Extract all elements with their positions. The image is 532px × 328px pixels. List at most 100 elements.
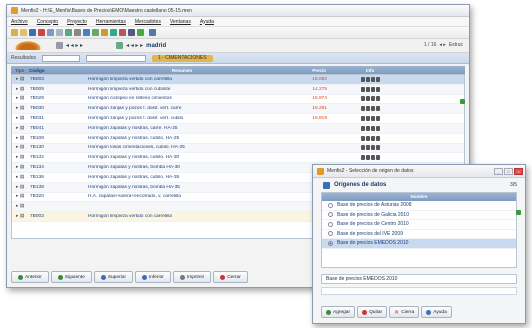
row-type-icon[interactable]: ▸ ▤	[12, 204, 30, 209]
cierra-button[interactable]: ✕ Cierra	[389, 306, 420, 318]
inferior-button[interactable]: Inferior	[134, 271, 171, 283]
link-icon[interactable]	[361, 155, 365, 161]
flag-icon[interactable]	[376, 86, 380, 92]
superior-button[interactable]: Superior	[93, 271, 133, 283]
row-info-icons[interactable]	[353, 96, 393, 102]
table-row[interactable]: ▸ ▤ 7B108 Hormigón zapatas y riostras, cub…	[12, 134, 464, 144]
col-info[interactable]: Info	[352, 68, 392, 73]
doc-icon[interactable]	[366, 106, 370, 112]
settings-icon[interactable]	[128, 29, 135, 36]
link-icon[interactable]	[361, 135, 365, 141]
radio-icon[interactable]	[328, 202, 333, 208]
row-info-icons[interactable]	[353, 125, 393, 131]
doc-icon[interactable]	[366, 116, 370, 122]
help-icon[interactable]	[149, 29, 156, 36]
doc-icon[interactable]	[366, 155, 370, 161]
nav-arrows-2-icon[interactable]: ◂ ◂ ▸ ▸	[126, 42, 143, 49]
flag-icon[interactable]	[376, 96, 380, 102]
menu-ayuda[interactable]: Ayuda	[200, 19, 214, 25]
ayuda-button[interactable]: Ayuda	[421, 306, 452, 318]
doc-icon[interactable]	[366, 76, 370, 82]
globe-icon[interactable]	[116, 42, 124, 49]
row-info-icons[interactable]	[353, 76, 393, 82]
table-row[interactable]: ▸ ▤ 7B041 Hormigón zapatas y riostras, car…	[12, 123, 464, 134]
note-icon[interactable]	[371, 86, 375, 92]
note-icon[interactable]	[371, 76, 375, 82]
cut-icon[interactable]	[38, 29, 45, 36]
search-input[interactable]	[42, 54, 81, 62]
quitar-button[interactable]: Quitar	[357, 306, 388, 318]
table-row[interactable]: ▸ ▤ 7B030 Hormigón zanjas y pozos f. dosif…	[12, 104, 464, 115]
row-type-icon[interactable]: ▸ ▤	[12, 185, 30, 190]
radio-icon[interactable]	[328, 231, 333, 237]
menu-mercadotes[interactable]: Mercadotes	[135, 19, 161, 25]
table-row[interactable]: ▸ ▤ 7B003 Hormigón limpieza vertido con ca…	[12, 75, 464, 85]
menu-concepto[interactable]: Concepto	[37, 19, 58, 25]
tools-icon[interactable]	[119, 29, 126, 36]
row-type-icon[interactable]: ▸ ▤	[12, 145, 30, 150]
link-icon[interactable]	[361, 96, 365, 102]
row-type-icon[interactable]: ▸ ▤	[12, 87, 30, 92]
add-row-icon[interactable]	[460, 99, 465, 104]
nav-arrows-icon[interactable]: ◂ ◂ ▸ ▸	[66, 42, 83, 49]
doc-icon[interactable]	[366, 86, 370, 92]
note-icon[interactable]	[371, 116, 375, 122]
flag-icon[interactable]	[376, 125, 380, 131]
row-type-icon[interactable]: ▸ ▤	[12, 155, 30, 160]
list-item[interactable]: Base de precios del IVE 2009	[322, 230, 516, 239]
link-icon[interactable]	[361, 125, 365, 131]
table-row[interactable]: ▸ ▤ 7B031 Hormigón zanjas y pozos f. dosif…	[12, 114, 464, 124]
table-row[interactable]: ▸ ▤ 7B029 Hormigón ciclópeo en relleno cim…	[12, 95, 464, 105]
doc-icon[interactable]	[366, 145, 370, 151]
row-info-icons[interactable]	[353, 155, 393, 161]
flag-icon[interactable]	[376, 106, 380, 112]
doc-icon[interactable]	[366, 135, 370, 141]
list-item[interactable]: Base de precios EMEDOS 2010	[322, 239, 516, 249]
row-type-icon[interactable]: ▸ ▤	[12, 106, 30, 111]
note-icon[interactable]	[371, 106, 375, 112]
open-icon[interactable]	[20, 29, 27, 36]
row-type-icon[interactable]: ▸ ▤	[12, 165, 30, 170]
undo-icon[interactable]	[65, 29, 72, 36]
table-row[interactable]: ▸ ▤ 7B130 Hormigón losas cimentaciones, cu…	[12, 143, 464, 154]
table-row[interactable]: ▸ ▤ 7B009 Hormigón limpieza vertido con cu…	[12, 84, 464, 95]
new-icon[interactable]	[11, 29, 18, 36]
copy-icon[interactable]	[47, 29, 54, 36]
table-icon[interactable]	[83, 29, 90, 36]
chart-icon[interactable]	[110, 29, 117, 36]
radio-icon[interactable]	[328, 221, 333, 227]
flag-icon[interactable]	[376, 116, 380, 122]
save-icon[interactable]	[29, 29, 36, 36]
menu-herramientas[interactable]: Herramientas	[96, 19, 126, 25]
pager-arrow-icon[interactable]: ◂ ▸	[439, 42, 445, 48]
col-codigo[interactable]: Código	[29, 68, 87, 73]
menu-proyecto[interactable]: Proyecto	[67, 19, 87, 25]
link-icon[interactable]	[361, 145, 365, 151]
col-tipo[interactable]: Tipo	[11, 68, 29, 73]
list-icon[interactable]	[56, 42, 63, 49]
filter-input[interactable]	[86, 54, 147, 62]
link-icon[interactable]	[361, 76, 365, 82]
row-type-icon[interactable]: ▸ ▤	[12, 214, 30, 219]
note-icon[interactable]	[371, 135, 375, 141]
agregar-button[interactable]: Agregar	[321, 306, 356, 318]
note-icon[interactable]	[371, 125, 375, 131]
doc-icon[interactable]	[366, 125, 370, 131]
imprimir-button[interactable]: Imprimir	[172, 271, 212, 283]
list-item[interactable]: Base de precios de Galicia 2010	[322, 211, 516, 220]
row-info-icons[interactable]	[353, 86, 393, 92]
row-type-icon[interactable]: ▸ ▤	[12, 116, 30, 121]
paste-icon[interactable]	[56, 29, 63, 36]
flag-icon[interactable]	[376, 135, 380, 141]
col-precio[interactable]: Precio	[277, 68, 332, 73]
menu-archivo[interactable]: Archivo	[11, 19, 28, 25]
link-icon[interactable]	[361, 86, 365, 92]
link-icon[interactable]	[361, 106, 365, 112]
row-type-icon[interactable]: ▸ ▤	[12, 194, 30, 199]
tree-icon[interactable]	[92, 29, 99, 36]
anterior-button[interactable]: Anterior	[11, 271, 49, 283]
row-info-icons[interactable]	[353, 116, 393, 122]
siguiente-button[interactable]: Siguiente	[50, 271, 92, 283]
check-icon[interactable]	[137, 29, 144, 36]
maximize-icon[interactable]: □	[504, 167, 513, 175]
